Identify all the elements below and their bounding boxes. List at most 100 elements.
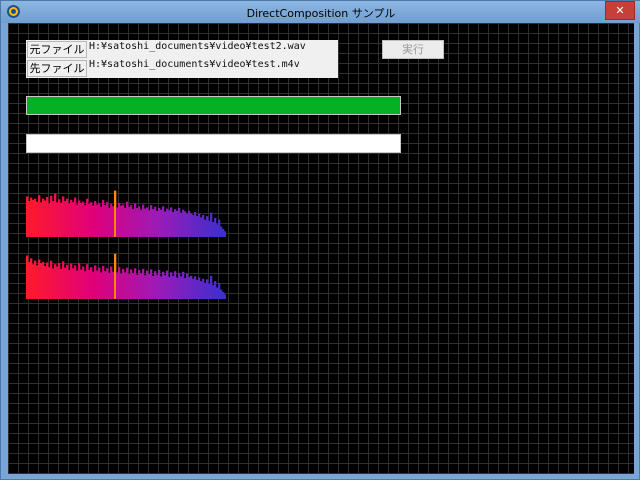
spectrum-bar [60, 268, 63, 299]
spectrum-bar [74, 197, 77, 237]
spectrum-bar [106, 268, 109, 299]
spectrum-bar [186, 273, 189, 299]
destination-file-button[interactable]: 先ファイル [27, 60, 87, 77]
spectrum-bar [140, 209, 143, 237]
spectrum-bar [114, 190, 117, 237]
spectrum-bar [72, 268, 75, 299]
spectrum-bar [148, 210, 151, 237]
spectrum-bar [86, 264, 89, 299]
spectrum-bar [58, 263, 61, 299]
spectrum-bar [140, 273, 143, 299]
spectrum-bar [132, 209, 135, 237]
spectrum-bar [144, 208, 147, 237]
spectrum-bar [168, 210, 171, 237]
spectrum-bar [118, 267, 121, 299]
spectrum-bar [162, 206, 165, 237]
spectrum-bar [116, 207, 119, 237]
spectrum-bar [60, 202, 63, 237]
spectrum-bar [212, 221, 215, 237]
spectrum-bar [142, 204, 145, 237]
spectrum-bar [44, 265, 47, 299]
spectrum-bar [138, 270, 141, 299]
spectrum-bar [88, 270, 91, 299]
spectrum-bar [158, 208, 161, 237]
spectrum-bar [182, 209, 185, 237]
spectrum-bar [188, 210, 191, 237]
spectrum-bar [120, 273, 123, 299]
spectrum-bar [134, 203, 137, 237]
spectrum-bar [190, 213, 193, 237]
spectrum-bar [218, 219, 221, 237]
spectrum-bar [180, 212, 183, 237]
spectrum-bar [180, 276, 183, 299]
spectrum-bar [184, 278, 187, 299]
spectrum-bar [160, 209, 163, 237]
spectrum-bar [158, 270, 161, 299]
spectrum-bar [92, 271, 95, 299]
spectrum-bar [210, 275, 213, 299]
spectrum-bar [176, 210, 179, 237]
spectrum-bar [134, 268, 137, 299]
spectrum-bar [104, 205, 107, 237]
spectrum-bar [192, 214, 195, 237]
spectrum-bar [48, 267, 51, 299]
spectrum-bar [120, 205, 123, 237]
spectrum-bar [178, 208, 181, 237]
spectrum-bar [162, 271, 165, 299]
spectrum-bar [132, 272, 135, 299]
spectrum-bar [212, 285, 215, 299]
spectrum-bar [62, 196, 65, 237]
spectrum-bar [206, 216, 209, 237]
spectrum-bar [46, 262, 49, 299]
spectrum-bar [188, 276, 191, 299]
spectrum-bar [94, 265, 97, 299]
spectrum-bar [116, 272, 119, 299]
spectrum-bar [208, 220, 211, 237]
spectrum-bar [26, 196, 29, 237]
spectrum-bar [32, 199, 35, 237]
source-file-button[interactable]: 元ファイル [27, 41, 87, 58]
spectrum-bar [30, 197, 33, 237]
spectrum-bar [184, 211, 187, 237]
spectrum-bar [40, 202, 43, 237]
spectrum-bar [80, 269, 83, 299]
spectrum-bar [28, 201, 31, 237]
spectrum-bar [50, 260, 53, 299]
spectrum-bar [42, 198, 45, 237]
spectrum-bar [36, 265, 39, 299]
spectrum-bar [190, 275, 193, 299]
run-button[interactable]: 実行 [382, 40, 444, 59]
spectrum-bar [218, 283, 221, 299]
spectrum-bar [78, 263, 81, 299]
spectrum-bar [84, 271, 87, 299]
spectrum-bar [130, 205, 133, 237]
spectrum-bar [150, 205, 153, 237]
spectrum-bar [146, 207, 149, 237]
spectrum-bar [34, 198, 37, 237]
spectrum-bar [118, 202, 121, 237]
spectrum-bar [216, 224, 219, 237]
spectrum-bar [92, 205, 95, 237]
spectrum-bar [52, 268, 55, 299]
spectrum-bar [154, 271, 157, 299]
spectrum-bar [56, 202, 59, 237]
spectrum-bar [164, 275, 167, 299]
spectrum-bar [200, 281, 203, 299]
spectrum-bar [222, 292, 225, 299]
spectrum-bar [28, 261, 31, 299]
spectrum-bar [48, 203, 51, 237]
spectrum-bar [106, 202, 109, 237]
close-button[interactable]: ✕ [605, 1, 635, 20]
spectrum-bar [64, 267, 67, 299]
spectrum-bar [178, 272, 181, 299]
spectrum-bar [66, 264, 69, 299]
spectrum-bar [128, 274, 131, 299]
spectrum-bar [84, 205, 87, 237]
spectrum-bar [108, 272, 111, 299]
spectrum-bar [62, 261, 65, 299]
spectrum-bar [88, 203, 91, 237]
spectrum-bar [100, 206, 103, 237]
title-bar[interactable]: DirectComposition サンプル ✕ [1, 1, 640, 23]
spectrum-bar [110, 203, 113, 237]
spectrum-bar [202, 278, 205, 299]
